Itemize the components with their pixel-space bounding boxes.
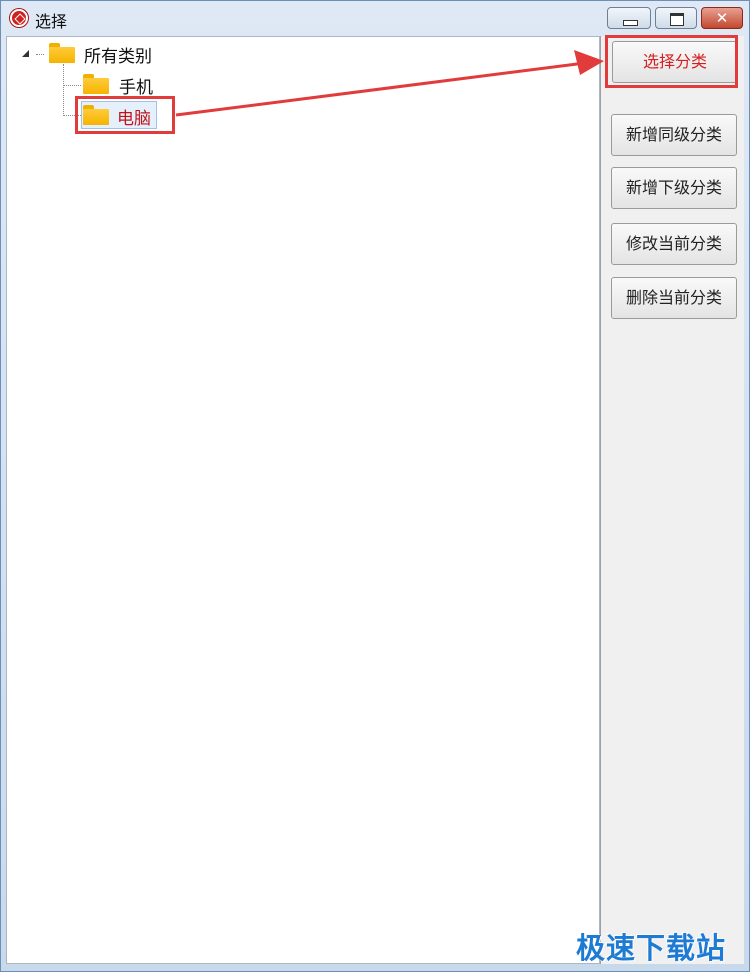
annotation-arrow: [175, 50, 604, 117]
watermark-text: 极速下载站: [576, 931, 727, 965]
